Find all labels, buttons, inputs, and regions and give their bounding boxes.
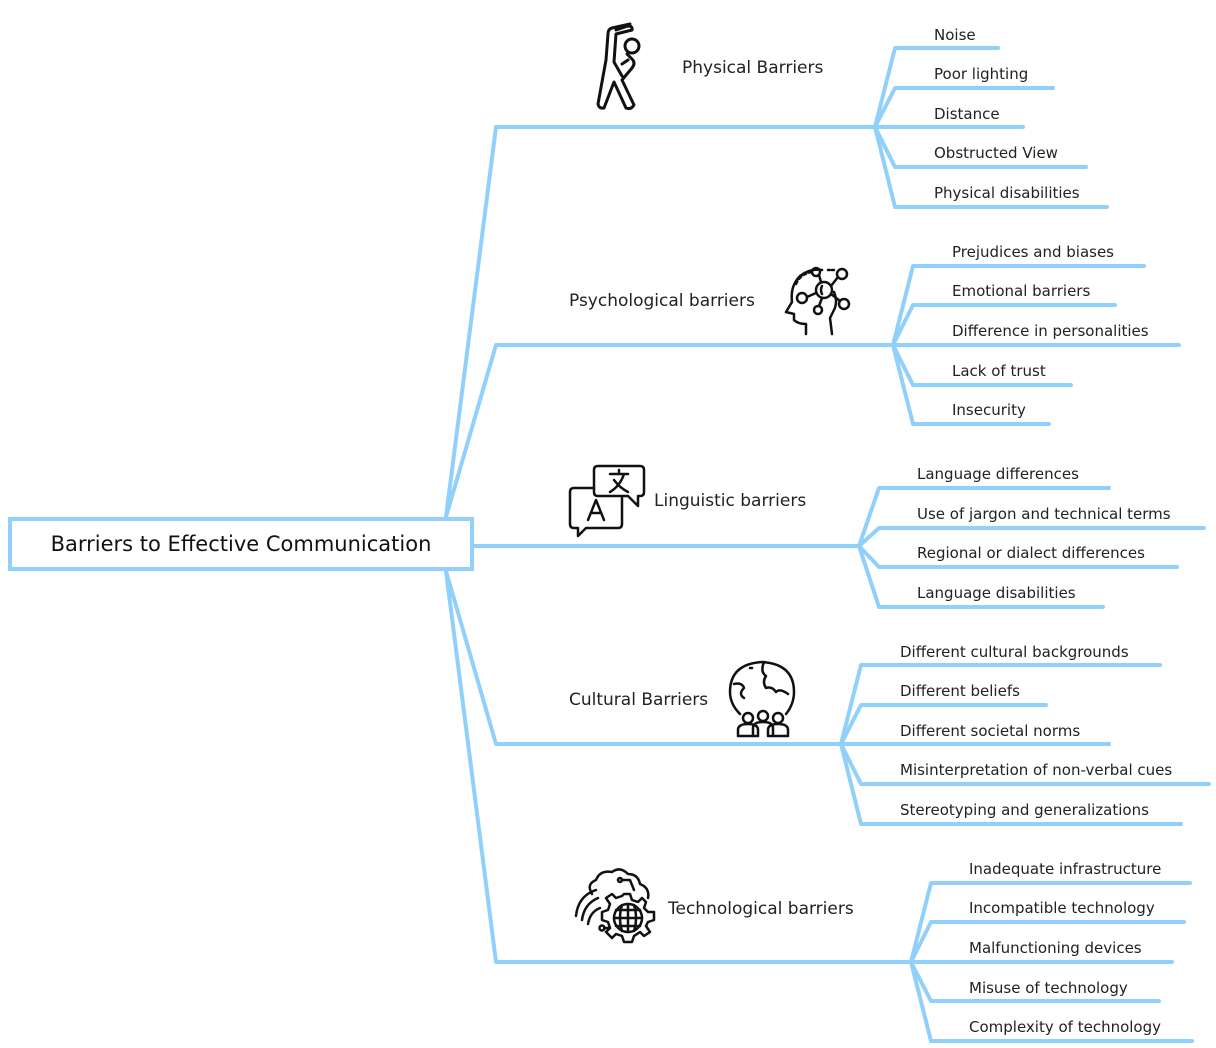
branch-physical-label[interactable]: Physical Barriers <box>682 58 823 78</box>
leaf-item[interactable]: Misinterpretation of non-verbal cues <box>900 761 1172 779</box>
stretching-person-icon <box>592 20 644 112</box>
branch-psychological-label[interactable]: Psychological barriers <box>569 291 755 311</box>
leaf-item[interactable]: Language differences <box>917 465 1079 483</box>
leaf-item[interactable]: Lack of trust <box>952 362 1046 380</box>
translation-bubbles-icon <box>566 462 646 540</box>
leaf-item[interactable]: Misuse of technology <box>969 979 1128 997</box>
cloud-gear-globe-icon <box>570 866 656 948</box>
branch-cultural-label[interactable]: Cultural Barriers <box>569 690 708 710</box>
leaf-item[interactable]: Insecurity <box>952 401 1026 419</box>
leaf-item[interactable]: Incompatible technology <box>969 899 1155 917</box>
branch-technological-label[interactable]: Technological barriers <box>668 899 854 919</box>
leaf-item[interactable]: Emotional barriers <box>952 282 1090 300</box>
leaf-item[interactable]: Prejudices and biases <box>952 243 1114 261</box>
leaf-item[interactable]: Different societal norms <box>900 722 1080 740</box>
leaf-item[interactable]: Complexity of technology <box>969 1018 1161 1036</box>
leaf-item[interactable]: Use of jargon and technical terms <box>917 505 1171 523</box>
root-label: Barriers to Effective Communication <box>50 532 432 556</box>
leaf-item[interactable]: Noise <box>934 26 976 44</box>
leaf-item[interactable]: Different beliefs <box>900 682 1020 700</box>
leaf-item[interactable]: Inadequate infrastructure <box>969 860 1161 878</box>
root-node[interactable]: Barriers to Effective Communication <box>8 517 474 571</box>
leaf-item[interactable]: Distance <box>934 105 1000 123</box>
leaf-item[interactable]: Different cultural backgrounds <box>900 643 1129 661</box>
leaf-item[interactable]: Difference in personalities <box>952 322 1149 340</box>
leaf-item[interactable]: Obstructed View <box>934 144 1058 162</box>
leaf-item[interactable]: Language disabilities <box>917 584 1076 602</box>
leaf-item[interactable]: Stereotyping and generalizations <box>900 801 1149 819</box>
leaf-item[interactable]: Physical disabilities <box>934 184 1080 202</box>
globe-people-icon <box>728 660 798 738</box>
leaf-item[interactable]: Poor lighting <box>934 65 1028 83</box>
head-network-icon <box>778 262 852 336</box>
branch-linguistic-label[interactable]: Linguistic barriers <box>654 491 806 511</box>
leaf-item[interactable]: Regional or dialect differences <box>917 544 1145 562</box>
leaf-item[interactable]: Malfunctioning devices <box>969 939 1142 957</box>
